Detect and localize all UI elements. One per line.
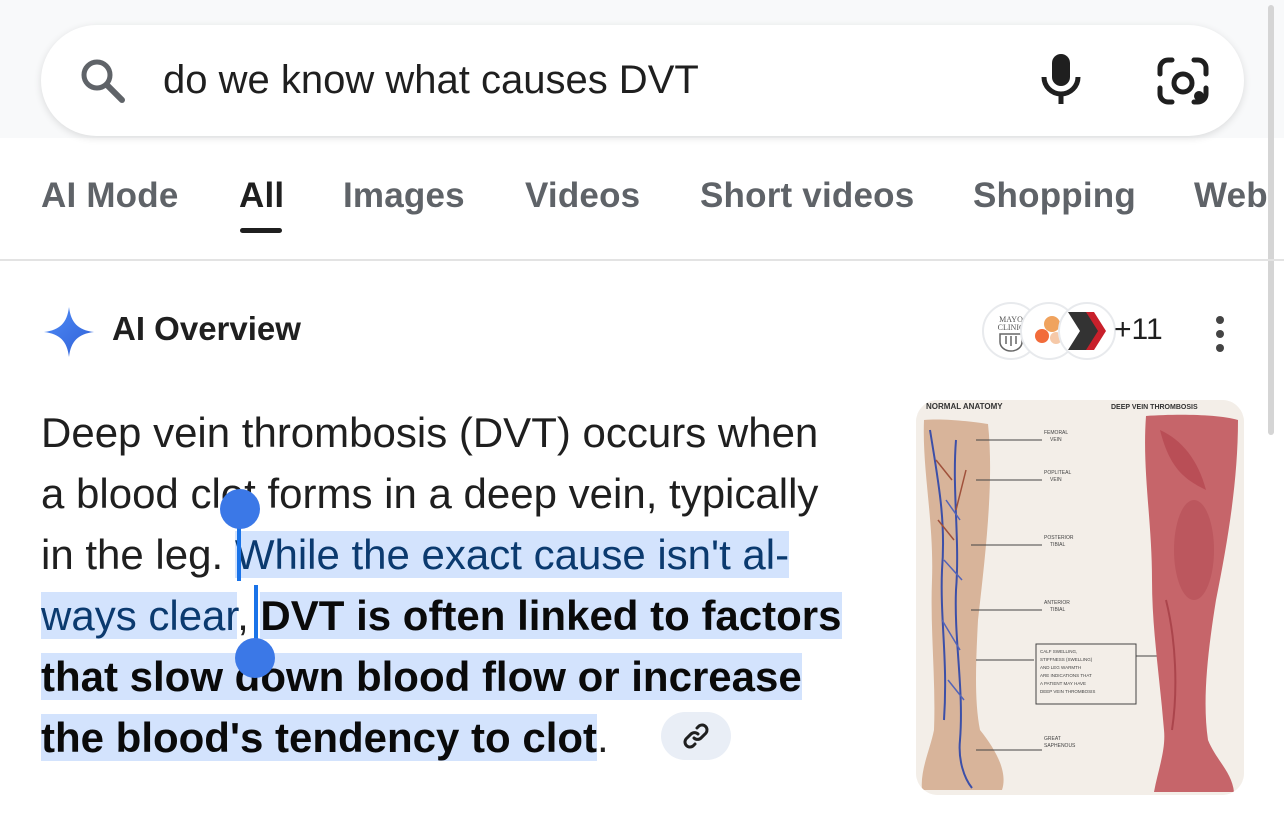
selection-end-handle[interactable] (235, 638, 275, 678)
svg-text:SAPHENOUS: SAPHENOUS (1044, 743, 1076, 749)
leg-anatomy-illustration: NORMAL ANATOMY DEEP VEIN THROMBOSIS FEMO… (916, 400, 1244, 795)
source-avatar-3[interactable] (1058, 302, 1116, 360)
tabs-divider (0, 259, 1284, 261)
scrollbar[interactable] (1268, 5, 1274, 435)
svg-text:DEEP VEIN THROMBOSIS: DEEP VEIN THROMBOSIS (1040, 689, 1095, 694)
svg-text:FEMORAL: FEMORAL (1044, 430, 1068, 436)
link-icon (683, 723, 709, 749)
tab-all[interactable]: All (239, 176, 284, 216)
svg-text:ANTERIOR: ANTERIOR (1044, 600, 1070, 606)
svg-text:POPLITEAL: POPLITEAL (1044, 470, 1071, 476)
svg-text:CALF SWELLING,: CALF SWELLING, (1040, 649, 1077, 654)
highlighted-bold-text[interactable]: DVT is often linked to factors (260, 592, 842, 639)
chevron-logo-icon (1068, 312, 1106, 350)
tab-videos[interactable]: Videos (525, 176, 640, 216)
image-left-header: NORMAL ANATOMY (926, 402, 1003, 411)
overview-line: a blood clot forms in a deep vein, typic… (41, 470, 819, 517)
tab-web[interactable]: Web (1194, 176, 1268, 216)
ai-overview-title: AI Overview (112, 310, 301, 347)
more-sources-count[interactable]: +11 (1114, 313, 1163, 347)
svg-text:POSTERIOR: POSTERIOR (1044, 535, 1074, 541)
svg-text:VEIN: VEIN (1050, 477, 1062, 483)
tab-shopping[interactable]: Shopping (973, 176, 1136, 216)
mic-icon[interactable] (1038, 52, 1084, 106)
svg-text:ARE INDICATIONS THAT: ARE INDICATIONS THAT (1040, 673, 1092, 678)
overview-text-plain: in the leg. (41, 531, 224, 578)
overview-line: in the leg. While the exact cause isn't … (41, 524, 911, 585)
dvt-anatomy-image[interactable]: NORMAL ANATOMY DEEP VEIN THROMBOSIS FEMO… (916, 400, 1244, 795)
image-right-header: DEEP VEIN THROMBOSIS (1111, 404, 1198, 411)
selection-start-cursor (237, 523, 241, 581)
svg-text:A PATIENT MAY HAVE: A PATIENT MAY HAVE (1040, 681, 1086, 686)
highlighted-bold-text[interactable]: the blood's tendency to clot (41, 714, 598, 761)
svg-text:STIFFNESS (SWELLING): STIFFNESS (SWELLING) (1040, 657, 1093, 662)
highlighted-bold-text[interactable]: that slow down blood flow or increase (41, 653, 802, 700)
svg-text:TIBIAL: TIBIAL (1050, 607, 1066, 613)
svg-text:VEIN: VEIN (1050, 437, 1062, 443)
selected-text[interactable]: While the exact cause isn't al- (234, 531, 790, 578)
overview-line: Deep vein thrombosis (DVT) occurs when (41, 409, 819, 456)
svg-text:GREAT: GREAT (1044, 736, 1061, 742)
sparkle-icon (44, 307, 94, 357)
lens-icon[interactable] (1156, 56, 1210, 106)
selected-text[interactable]: ways clear (41, 592, 238, 639)
overview-line: ways clear, DVT is often linked to facto… (41, 585, 911, 646)
active-tab-indicator (240, 228, 282, 233)
svg-text:TIBIAL: TIBIAL (1050, 542, 1066, 548)
selection-end-cursor (254, 585, 258, 645)
search-icon[interactable] (78, 56, 126, 104)
overview-line: the blood's tendency to clot. (41, 707, 911, 768)
overview-text-plain: , (237, 592, 249, 639)
source-avatars[interactable]: MAYO CLINIC (982, 302, 1116, 360)
overview-text-plain: . (597, 714, 609, 761)
tab-ai-mode[interactable]: AI Mode (41, 176, 179, 216)
more-options-icon[interactable] (1206, 314, 1234, 354)
ai-overview-text[interactable]: Deep vein thrombosis (DVT) occurs when a… (41, 402, 911, 768)
overview-line: that slow down blood flow or increase (41, 646, 911, 707)
source-link-chip[interactable] (661, 712, 731, 760)
selection-start-handle[interactable] (220, 489, 260, 529)
tab-images[interactable]: Images (343, 176, 465, 216)
search-input[interactable]: do we know what causes DVT (163, 54, 699, 106)
tab-short-videos[interactable]: Short videos (700, 176, 914, 216)
svg-text:AND LEG WARMTH: AND LEG WARMTH (1040, 665, 1081, 670)
